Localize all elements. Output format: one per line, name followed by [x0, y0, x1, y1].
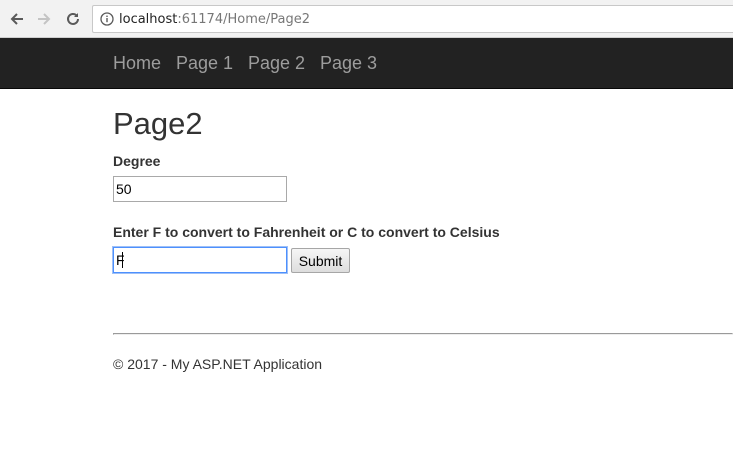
nav-link-page-3[interactable]: Page 3	[320, 53, 377, 74]
footer-divider	[113, 333, 733, 335]
back-arrow-icon[interactable]	[6, 8, 28, 30]
nav-link-home[interactable]: Home	[113, 53, 161, 74]
nav-link-page-2[interactable]: Page 2	[248, 53, 305, 74]
degree-input[interactable]	[113, 176, 287, 202]
unit-label: Enter F to convert to Fahrenheit or C to…	[113, 224, 500, 240]
reload-icon[interactable]	[62, 8, 84, 30]
submit-button[interactable]: Submit	[291, 248, 350, 273]
browser-toolbar: localhost:61174/Home/Page2	[0, 0, 733, 38]
degree-label: Degree	[113, 153, 161, 169]
forward-arrow-icon[interactable]	[33, 8, 55, 30]
unit-input[interactable]	[113, 247, 287, 273]
nav-link-page-1[interactable]: Page 1	[176, 53, 233, 74]
site-navbar: Home Page 1 Page 2 Page 3	[0, 38, 733, 89]
address-bar[interactable]: localhost:61174/Home/Page2	[92, 5, 733, 33]
page-title: Page2	[113, 106, 203, 141]
url-path: :61174/Home/Page2	[177, 12, 310, 27]
text-caret	[122, 252, 123, 268]
footer-copyright: © 2017 - My ASP.NET Application	[113, 356, 323, 372]
url-host: localhost	[119, 12, 178, 27]
info-icon[interactable]	[100, 12, 114, 26]
url-text[interactable]: localhost:61174/Home/Page2	[119, 12, 310, 27]
